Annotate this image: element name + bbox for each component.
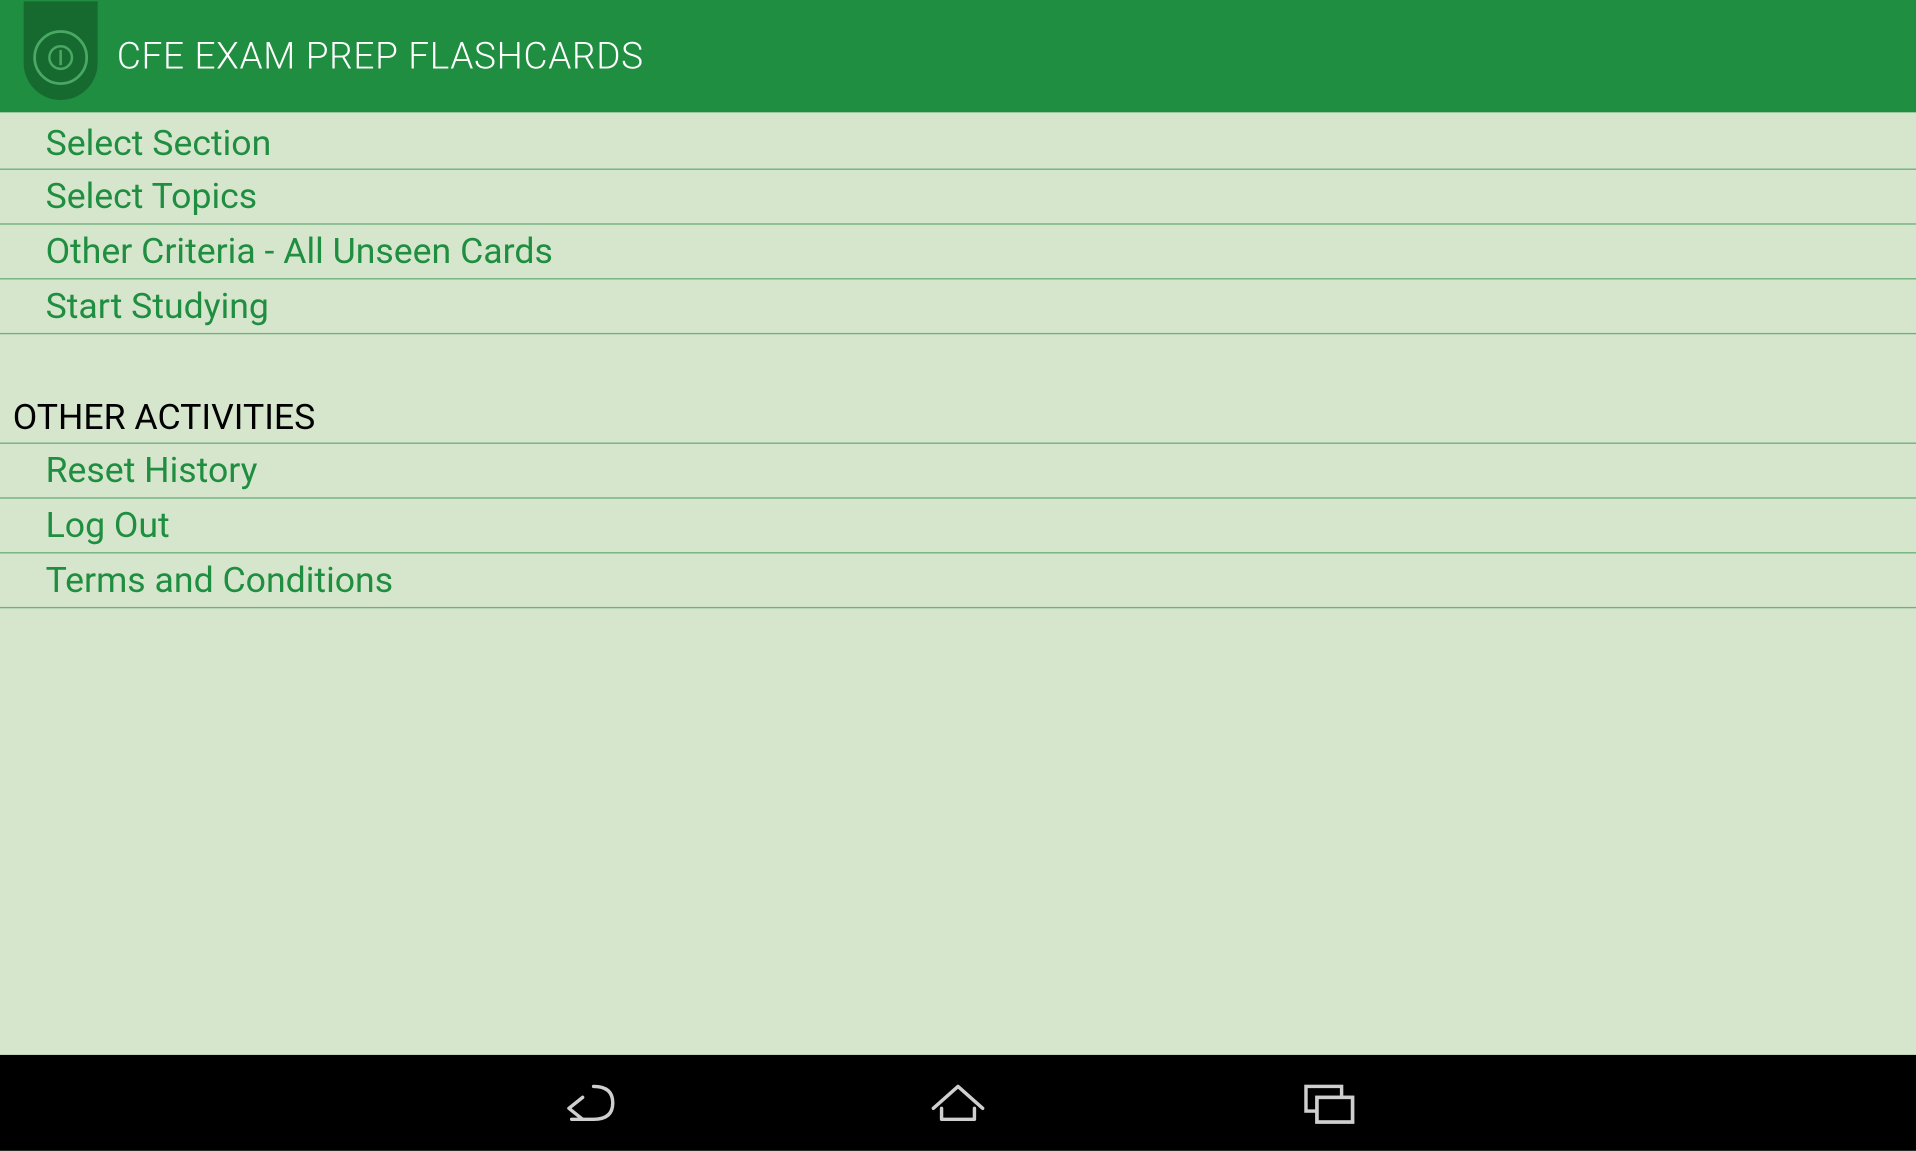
back-icon — [552, 1078, 623, 1127]
menu-item-select-topics[interactable]: Select Topics — [0, 170, 1916, 225]
menu-item-select-section[interactable]: Select Section — [0, 115, 1916, 170]
app-logo-inner-icon — [33, 30, 88, 85]
back-button[interactable] — [547, 1069, 629, 1138]
menu-item-reset-history[interactable]: Reset History — [0, 444, 1916, 499]
app-logo-icon — [24, 1, 98, 100]
menu-list: Select Section Select Topics Other Crite… — [0, 112, 1916, 1055]
menu-item-log-out[interactable]: Log Out — [0, 499, 1916, 554]
app-title: CFE EXAM PREP FLASHCARDS — [117, 34, 644, 78]
menu-item-label: Select Section — [46, 123, 272, 164]
android-nav-bar — [0, 1055, 1916, 1151]
app-screen: CFE EXAM PREP FLASHCARDS Select Section … — [0, 0, 1916, 1151]
action-bar: CFE EXAM PREP FLASHCARDS — [0, 0, 1916, 112]
section-header-other-activities: OTHER ACTIVITIES — [0, 392, 1916, 444]
menu-item-label: Terms and Conditions — [46, 560, 394, 601]
recents-button[interactable] — [1287, 1069, 1369, 1138]
menu-item-terms-and-conditions[interactable]: Terms and Conditions — [0, 553, 1916, 608]
home-icon — [922, 1078, 993, 1127]
menu-item-label: Other Criteria - All Unseen Cards — [46, 232, 553, 273]
list-spacer — [0, 334, 1916, 392]
menu-item-start-studying[interactable]: Start Studying — [0, 279, 1916, 334]
home-button[interactable] — [917, 1069, 999, 1138]
recents-icon — [1292, 1078, 1363, 1127]
menu-item-label: Log Out — [46, 506, 170, 547]
menu-item-other-criteria[interactable]: Other Criteria - All Unseen Cards — [0, 225, 1916, 280]
menu-item-label: Select Topics — [46, 177, 258, 218]
menu-item-label: Start Studying — [46, 286, 269, 327]
menu-item-label: Reset History — [46, 451, 258, 492]
